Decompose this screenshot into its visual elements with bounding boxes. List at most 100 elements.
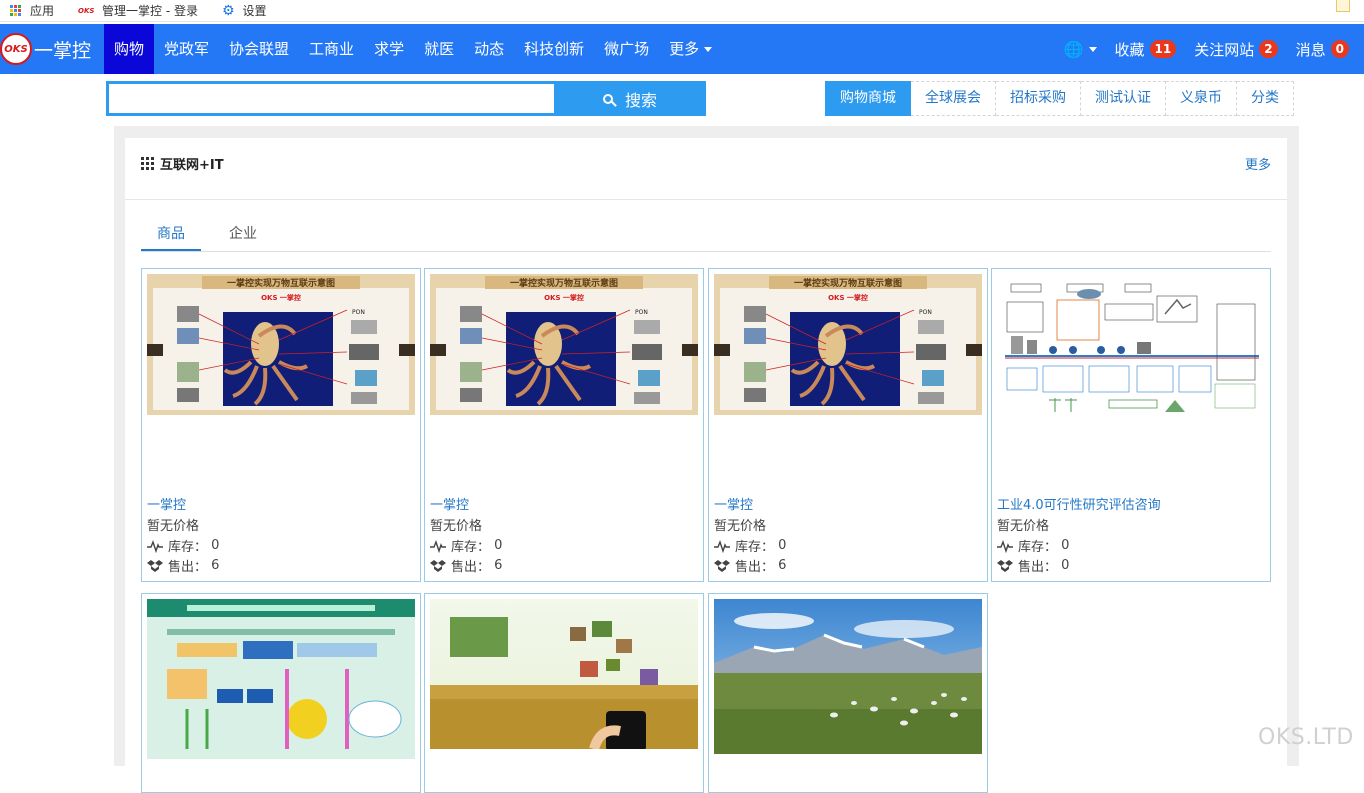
channel-tabs: 购物商城 全球展会 招标采购 测试认证 义泉币 分类 xyxy=(825,81,1294,116)
svg-text:PON: PON xyxy=(919,309,932,316)
nav-right: 🌐 收藏 11 关注网站 2 消息 0 xyxy=(1055,24,1364,74)
product-sold: 售出： 6 xyxy=(714,556,786,575)
product-name[interactable]: 一掌控 xyxy=(430,494,469,513)
apps-grid-icon xyxy=(10,4,22,17)
nav-item-plaza[interactable]: 微广场 xyxy=(594,24,659,74)
channel-tab-expo[interactable]: 全球展会 xyxy=(911,81,996,116)
product-price: 暂无价格 xyxy=(430,519,483,534)
product-stock: 库存： 0 xyxy=(147,536,219,555)
bookmark-login[interactable]: OKS 管理一掌控 - 登录 xyxy=(78,2,198,19)
nav-item-industry[interactable]: 工商业 xyxy=(299,24,364,74)
nav-item-shopping[interactable]: 购物 xyxy=(104,24,155,74)
follow-link[interactable]: 关注网站 2 xyxy=(1185,24,1286,74)
channel-tab-mall[interactable]: 购物商城 xyxy=(825,81,911,116)
tab-companies[interactable]: 企业 xyxy=(213,218,273,251)
globe-icon: 🌐 xyxy=(1063,39,1084,59)
bookmarks-bar: 应用 OKS 管理一掌控 - 登录 ⚙ 设置 xyxy=(0,0,1364,22)
product-stock: 库存： 0 xyxy=(997,536,1069,555)
dropbox-icon xyxy=(147,559,163,572)
pulse-icon xyxy=(997,539,1013,553)
gear-icon: ⚙ xyxy=(221,2,235,19)
language-menu[interactable]: 🌐 xyxy=(1055,24,1106,74)
sold-label: 售出： xyxy=(735,560,775,575)
product-card[interactable] xyxy=(708,593,988,793)
follow-label: 关注网站 xyxy=(1194,40,1255,59)
svg-text:OKS 一掌控: OKS 一掌控 xyxy=(544,293,584,302)
search-button-label: 搜索 xyxy=(624,90,657,110)
site-logo[interactable]: OKS 一掌控 xyxy=(0,24,104,74)
nav-item-government[interactable]: 党政军 xyxy=(154,24,219,74)
nav-item-more[interactable]: 更多 xyxy=(659,24,722,74)
section-more-link[interactable]: 更多 xyxy=(1245,154,1271,173)
product-image[interactable] xyxy=(430,599,698,749)
product-card[interactable] xyxy=(424,593,704,793)
svg-text:PON: PON xyxy=(352,309,365,316)
favorites-link[interactable]: 收藏 11 xyxy=(1106,24,1186,74)
product-image[interactable] xyxy=(147,599,415,759)
content-area: 互联网+IT 更多 商品 企业 一掌控实现万物互联示意图 OKS 一掌控 PON… xyxy=(114,126,1299,793)
caret-down-icon xyxy=(1088,46,1097,52)
product-name[interactable]: 工业4.0可行性研究评估咨询 xyxy=(997,494,1161,513)
nav-item-innovation[interactable]: 科技创新 xyxy=(514,24,594,74)
svg-text:一掌控实现万物互联示意图: 一掌控实现万物互联示意图 xyxy=(794,277,902,289)
product-sold: 售出： 6 xyxy=(147,556,219,575)
product-name[interactable]: 一掌控 xyxy=(147,494,186,513)
oks-logo-icon: OKS xyxy=(78,6,95,15)
nav-item-education[interactable]: 求学 xyxy=(364,24,414,74)
search-input[interactable] xyxy=(106,81,554,116)
sold-value: 0 xyxy=(1061,558,1070,573)
product-card[interactable]: 一掌控实现万物互联示意图 OKS 一掌控 PON 一掌控 暂无价格 库存： 0 … xyxy=(424,268,704,582)
svg-text:OKS 一掌控: OKS 一掌控 xyxy=(828,293,868,302)
bookmark-apps-label: 应用 xyxy=(30,4,55,18)
nav-item-medical[interactable]: 就医 xyxy=(414,24,464,74)
pulse-icon xyxy=(147,539,163,553)
favorites-count-badge: 11 xyxy=(1149,40,1177,58)
pulse-icon xyxy=(430,539,446,553)
svg-text:一掌控实现万物互联示意图: 一掌控实现万物互联示意图 xyxy=(510,277,618,289)
stock-label: 库存： xyxy=(735,540,775,555)
top-navbar: OKS 一掌控 购物 党政军 协会联盟 工商业 求学 就医 动态 科技创新 微广… xyxy=(0,24,1364,74)
channel-tab-coin[interactable]: 义泉币 xyxy=(1166,81,1237,116)
product-card[interactable] xyxy=(141,593,421,793)
user-menu[interactable] xyxy=(1358,24,1364,74)
channel-tab-certification[interactable]: 测试认证 xyxy=(1081,81,1166,116)
product-image[interactable]: 一掌控实现万物互联示意图 OKS 一掌控 PON xyxy=(147,274,415,415)
section-header: 互联网+IT 更多 xyxy=(125,138,1287,200)
product-name[interactable]: 一掌控 xyxy=(714,494,753,513)
messages-link[interactable]: 消息 0 xyxy=(1287,24,1358,74)
search-bar: 搜索 xyxy=(106,81,706,116)
stock-value: 0 xyxy=(211,538,220,553)
stock-value: 0 xyxy=(1061,538,1070,553)
nav-item-associations[interactable]: 协会联盟 xyxy=(219,24,299,74)
messages-label: 消息 xyxy=(1295,40,1326,59)
product-stock: 库存： 0 xyxy=(714,536,786,555)
product-card[interactable]: 一掌控实现万物互联示意图 OKS 一掌控 PON 一掌控 暂无价格 库存： 0 … xyxy=(141,268,421,582)
product-card[interactable]: 一掌控实现万物互联示意图 OKS 一掌控 PON 一掌控 暂无价格 库存： 0 … xyxy=(708,268,988,582)
bookmark-settings[interactable]: ⚙ 设置 xyxy=(222,2,267,19)
product-price: 暂无价格 xyxy=(714,519,767,534)
product-card[interactable]: 工业4.0可行性研究评估咨询 暂无价格 库存： 0 售出： 0 xyxy=(991,268,1271,582)
product-image[interactable]: 一掌控实现万物互联示意图 OKS 一掌控 PON xyxy=(430,274,698,415)
product-image[interactable]: 一掌控实现万物互联示意图 OKS 一掌控 PON xyxy=(714,274,982,415)
sold-value: 6 xyxy=(778,558,787,573)
product-image[interactable] xyxy=(714,599,982,754)
bookmark-apps[interactable]: 应用 xyxy=(10,2,54,19)
product-price: 暂无价格 xyxy=(997,519,1050,534)
dropbox-icon xyxy=(997,559,1013,572)
product-price: 暂无价格 xyxy=(147,519,200,534)
sold-label: 售出： xyxy=(1018,560,1058,575)
sold-label: 售出： xyxy=(451,560,491,575)
nav-item-news[interactable]: 动态 xyxy=(464,24,514,74)
favorites-label: 收藏 xyxy=(1114,40,1145,59)
grid-dots-icon xyxy=(141,157,154,170)
tab-products[interactable]: 商品 xyxy=(141,218,201,251)
stock-value: 0 xyxy=(778,538,787,553)
channel-tab-tender[interactable]: 招标采购 xyxy=(996,81,1081,116)
product-image[interactable] xyxy=(997,274,1265,415)
stock-label: 库存： xyxy=(168,540,208,555)
channel-tab-category[interactable]: 分类 xyxy=(1237,81,1294,116)
search-button[interactable]: 搜索 xyxy=(554,81,706,116)
section-title: 互联网+IT xyxy=(160,158,224,173)
bookmark-folder-icon[interactable] xyxy=(1336,0,1350,12)
bookmark-login-label: 管理一掌控 - 登录 xyxy=(102,4,198,18)
